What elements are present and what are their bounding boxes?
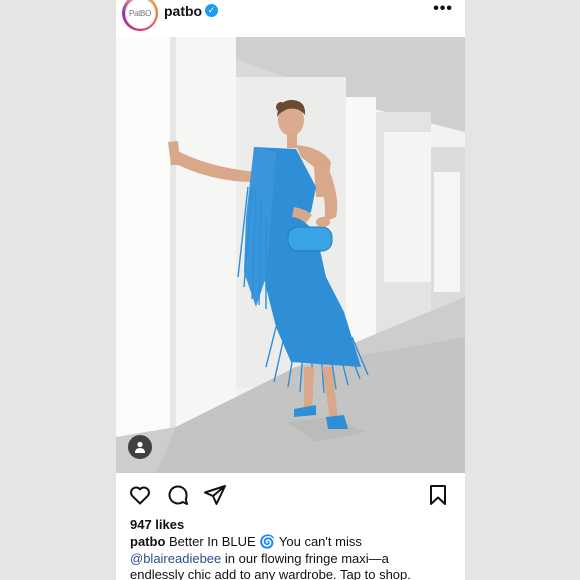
likes-count[interactable]: 947 likes [130,517,184,532]
caption-text-line3: endlessly chic add to any wardrobe. Tap … [130,567,411,580]
instagram-post-card: PatBO patbo ✓ ••• 947 likes patbo Better… [116,0,465,580]
caption-text-line2: in our flowing fringe maxi—a [221,550,389,566]
paper-plane-icon[interactable] [203,483,227,507]
username[interactable]: patbo [164,3,202,19]
bookmark-icon[interactable] [426,483,450,507]
more-options-button[interactable]: ••• [433,0,453,18]
post-photo[interactable] [116,37,465,473]
avatar-logo: PatBO [124,0,156,29]
post-caption: patbo Better In BLUE 🌀 You can't miss @b… [130,534,460,580]
heart-icon[interactable] [128,483,152,507]
caption-mention-link[interactable]: @blaireadiebee [130,551,221,566]
comment-bubble-icon[interactable] [166,483,190,507]
verified-badge-icon: ✓ [205,4,218,17]
caption-username[interactable]: patbo [130,534,165,549]
photo-illustration [116,37,465,473]
action-bar [116,481,465,509]
person-tag-icon[interactable] [128,435,152,459]
avatar[interactable]: PatBO [122,0,158,31]
post-header: PatBO patbo ✓ ••• [116,0,465,37]
caption-text-line1: Better In BLUE 🌀 You can't miss [169,534,362,549]
